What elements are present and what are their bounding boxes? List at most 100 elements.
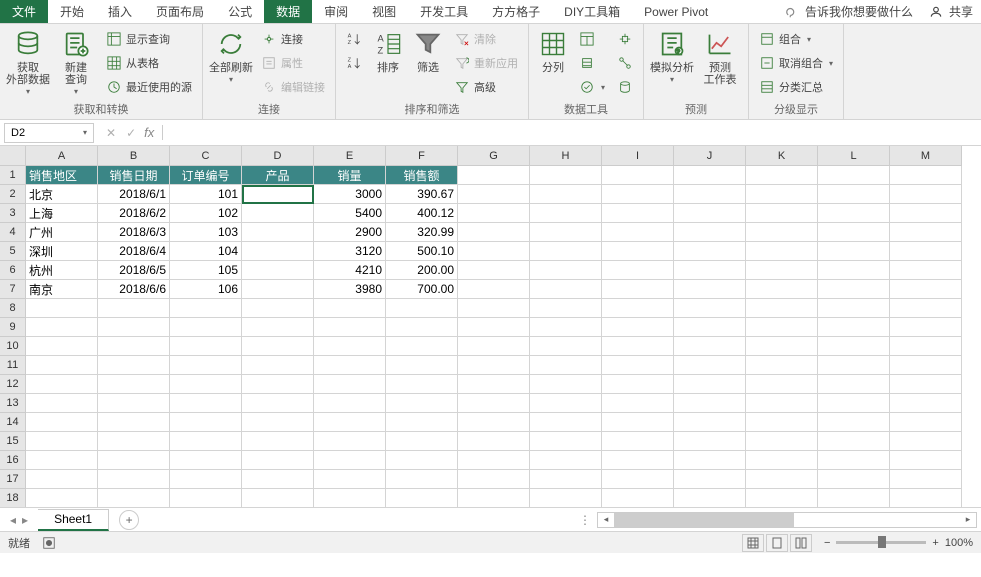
cell-D18[interactable]	[242, 489, 314, 507]
tab-data[interactable]: 数据	[264, 0, 312, 23]
column-header-D[interactable]: D	[242, 146, 314, 166]
cell-A16[interactable]	[26, 451, 98, 470]
cell-B4[interactable]: 2018/6/3	[98, 223, 170, 242]
cell-K3[interactable]	[746, 204, 818, 223]
select-all-corner[interactable]	[0, 146, 26, 166]
cell-M5[interactable]	[890, 242, 962, 261]
accept-formula-button[interactable]: ✓	[126, 126, 136, 140]
fx-button[interactable]: fx	[144, 125, 163, 140]
relationships-button[interactable]	[613, 52, 637, 74]
cell-K15[interactable]	[746, 432, 818, 451]
cell-C10[interactable]	[170, 337, 242, 356]
cell-K5[interactable]	[746, 242, 818, 261]
cell-C3[interactable]: 102	[170, 204, 242, 223]
cell-A13[interactable]	[26, 394, 98, 413]
column-header-E[interactable]: E	[314, 146, 386, 166]
cell-K10[interactable]	[746, 337, 818, 356]
cell-B2[interactable]: 2018/6/1	[98, 185, 170, 204]
cell-E6[interactable]: 4210	[314, 261, 386, 280]
manage-data-model-button[interactable]	[613, 76, 637, 98]
column-header-L[interactable]: L	[818, 146, 890, 166]
cell-D10[interactable]	[242, 337, 314, 356]
reapply-button[interactable]: 重新应用	[450, 52, 522, 74]
cell-L10[interactable]	[818, 337, 890, 356]
cell-B15[interactable]	[98, 432, 170, 451]
cell-I6[interactable]	[602, 261, 674, 280]
cell-D17[interactable]	[242, 470, 314, 489]
edit-links-button[interactable]: 编辑链接	[257, 76, 329, 98]
cell-J4[interactable]	[674, 223, 746, 242]
cell-H9[interactable]	[530, 318, 602, 337]
row-header-5[interactable]: 5	[0, 242, 26, 261]
cell-F1[interactable]: 销售额	[386, 166, 458, 185]
tab-formulas[interactable]: 公式	[216, 0, 264, 23]
row-header-18[interactable]: 18	[0, 489, 26, 507]
cell-B6[interactable]: 2018/6/5	[98, 261, 170, 280]
cell-A1[interactable]: 销售地区	[26, 166, 98, 185]
cell-B13[interactable]	[98, 394, 170, 413]
row-header-10[interactable]: 10	[0, 337, 26, 356]
cell-H6[interactable]	[530, 261, 602, 280]
cell-L18[interactable]	[818, 489, 890, 507]
cell-H17[interactable]	[530, 470, 602, 489]
cell-C4[interactable]: 103	[170, 223, 242, 242]
cell-I5[interactable]	[602, 242, 674, 261]
cell-D2[interactable]	[242, 185, 314, 204]
column-header-A[interactable]: A	[26, 146, 98, 166]
row-header-1[interactable]: 1	[0, 166, 26, 185]
cell-C16[interactable]	[170, 451, 242, 470]
cell-D9[interactable]	[242, 318, 314, 337]
row-header-16[interactable]: 16	[0, 451, 26, 470]
cell-E13[interactable]	[314, 394, 386, 413]
tab-layout[interactable]: 页面布局	[144, 0, 216, 23]
properties-button[interactable]: 属性	[257, 52, 329, 74]
cell-G16[interactable]	[458, 451, 530, 470]
cell-F14[interactable]	[386, 413, 458, 432]
column-header-J[interactable]: J	[674, 146, 746, 166]
cell-L9[interactable]	[818, 318, 890, 337]
cell-G5[interactable]	[458, 242, 530, 261]
sheet-nav-first[interactable]: ◂	[10, 513, 16, 527]
cell-C5[interactable]: 104	[170, 242, 242, 261]
cell-M11[interactable]	[890, 356, 962, 375]
cell-E18[interactable]	[314, 489, 386, 507]
cell-M7[interactable]	[890, 280, 962, 299]
cell-F11[interactable]	[386, 356, 458, 375]
cell-M14[interactable]	[890, 413, 962, 432]
cell-H13[interactable]	[530, 394, 602, 413]
cell-K1[interactable]	[746, 166, 818, 185]
filter-button[interactable]: 筛选	[410, 28, 446, 74]
cell-F4[interactable]: 320.99	[386, 223, 458, 242]
row-header-17[interactable]: 17	[0, 470, 26, 489]
cell-C17[interactable]	[170, 470, 242, 489]
view-page-layout-button[interactable]	[766, 534, 788, 552]
cell-A10[interactable]	[26, 337, 98, 356]
cell-K8[interactable]	[746, 299, 818, 318]
cell-B16[interactable]	[98, 451, 170, 470]
cell-A18[interactable]	[26, 489, 98, 507]
cell-F12[interactable]	[386, 375, 458, 394]
cell-J18[interactable]	[674, 489, 746, 507]
cell-K13[interactable]	[746, 394, 818, 413]
cell-C11[interactable]	[170, 356, 242, 375]
text-to-columns-button[interactable]: 分列	[535, 28, 571, 74]
cell-M6[interactable]	[890, 261, 962, 280]
cell-H5[interactable]	[530, 242, 602, 261]
cell-G10[interactable]	[458, 337, 530, 356]
cell-F18[interactable]	[386, 489, 458, 507]
cell-B11[interactable]	[98, 356, 170, 375]
cell-C12[interactable]	[170, 375, 242, 394]
sort-desc-button[interactable]: ZA	[342, 52, 366, 74]
cell-J7[interactable]	[674, 280, 746, 299]
cell-B3[interactable]: 2018/6/2	[98, 204, 170, 223]
cell-J11[interactable]	[674, 356, 746, 375]
macro-record-icon[interactable]	[42, 536, 56, 550]
cell-E15[interactable]	[314, 432, 386, 451]
cell-G12[interactable]	[458, 375, 530, 394]
cell-G2[interactable]	[458, 185, 530, 204]
cell-G6[interactable]	[458, 261, 530, 280]
cell-M4[interactable]	[890, 223, 962, 242]
cell-I13[interactable]	[602, 394, 674, 413]
cell-L3[interactable]	[818, 204, 890, 223]
cell-E1[interactable]: 销量	[314, 166, 386, 185]
